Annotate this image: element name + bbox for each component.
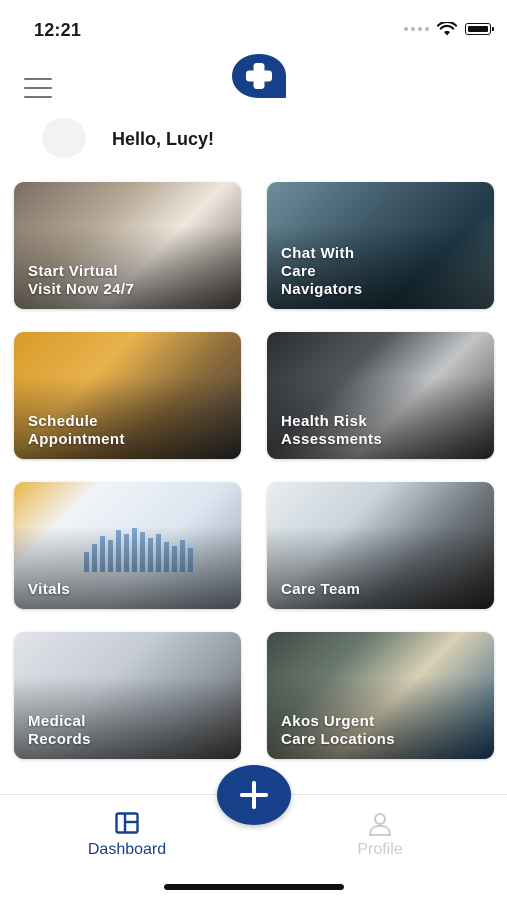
- tile-urgent-care-locations[interactable]: Akos Urgent Care Locations: [267, 632, 494, 759]
- tile-label: Akos Urgent Care Locations: [281, 713, 395, 748]
- tile-label: Chat With Care Navigators: [281, 245, 363, 298]
- tile-chat-care-navigators[interactable]: Chat With Care Navigators: [267, 182, 494, 309]
- tile-care-team[interactable]: Care Team: [267, 482, 494, 609]
- nav-profile[interactable]: Profile: [305, 812, 455, 859]
- status-icons: [404, 22, 494, 36]
- tile-label: Health Risk Assessments: [281, 413, 383, 448]
- battery-icon: [465, 23, 494, 35]
- medical-cross-logo-icon: [232, 54, 286, 98]
- tile-start-virtual-visit[interactable]: Start Virtual Visit Now 24/7: [14, 182, 241, 309]
- home-indicator: [164, 884, 344, 890]
- nav-dashboard-label: Dashboard: [87, 841, 167, 858]
- avatar[interactable]: [42, 118, 86, 158]
- status-bar: 12:21: [0, 0, 507, 56]
- hamburger-menu-icon: [24, 78, 52, 80]
- tile-health-risk-assessments[interactable]: Health Risk Assessments: [267, 332, 494, 459]
- tile-schedule-appointment[interactable]: Schedule Appointment: [14, 332, 241, 459]
- tile-label: Vitals: [28, 581, 71, 598]
- wifi-icon: [437, 22, 457, 36]
- add-button[interactable]: [217, 765, 291, 825]
- signal-icon: [404, 27, 429, 31]
- tile-label: Medical Records: [28, 713, 91, 748]
- status-time: 12:21: [34, 20, 82, 40]
- tile-vitals[interactable]: Vitals: [14, 482, 241, 609]
- dashboard-icon: [115, 812, 139, 834]
- nav-dashboard[interactable]: Dashboard: [52, 812, 202, 859]
- menu-button[interactable]: [24, 78, 52, 98]
- tile-label: Start Virtual Visit Now 24/7: [28, 263, 135, 298]
- nav-profile-label: Profile: [357, 841, 403, 858]
- tile-label: Care Team: [281, 581, 361, 598]
- greeting-text: Hello, Lucy!: [112, 129, 215, 149]
- user-icon: [368, 813, 392, 836]
- tile-label: Schedule Appointment: [28, 413, 125, 448]
- tile-medical-records[interactable]: Medical Records: [14, 632, 241, 759]
